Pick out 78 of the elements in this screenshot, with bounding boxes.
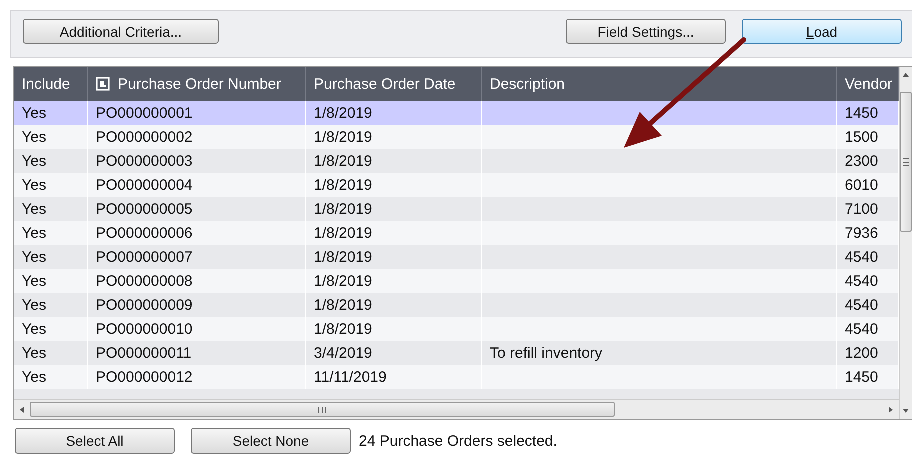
table-cell: 1/8/2019 — [314, 224, 372, 242]
table-cell: 4540 — [845, 272, 878, 290]
table-cell: PO000000011 — [96, 344, 192, 362]
table-row[interactable]: Yes PO000000004 1/8/2019 6010 — [14, 173, 899, 197]
table-row[interactable]: Yes PO000000001 1/8/2019 1450 — [14, 101, 899, 125]
table-cell: PO000000001 — [96, 104, 193, 122]
table-cell: PO000000003 — [96, 152, 193, 170]
table-cell: Yes — [22, 272, 46, 290]
select-button[interactable]: Select None — [191, 428, 351, 454]
table-cell: 7936 — [845, 224, 878, 242]
table-cell: 6010 — [845, 176, 878, 194]
table-cell: 3/4/2019 — [314, 344, 372, 362]
column-chooser-icon — [96, 77, 110, 91]
toolbar-button[interactable]: Field Settings... — [566, 19, 726, 44]
load-button[interactable]: Load — [742, 19, 902, 44]
table-cell: To refill inventory — [490, 344, 603, 362]
table-cell: PO000000004 — [96, 176, 193, 194]
toolbar-button[interactable]: Additional Criteria... — [23, 19, 219, 44]
table-cell: 1/8/2019 — [314, 152, 372, 170]
table-cell: Yes — [22, 296, 46, 314]
table-cell: Yes — [22, 200, 46, 218]
table-cell: 1/8/2019 — [314, 272, 372, 290]
table-cell: Yes — [22, 104, 46, 122]
table-cell: PO000000005 — [96, 200, 193, 218]
table-cell: 4540 — [845, 248, 878, 266]
scroll-left-icon[interactable] — [18, 406, 26, 414]
table-row[interactable]: Yes PO000000007 1/8/2019 4540 — [14, 245, 899, 269]
table-cell: 1/8/2019 — [314, 296, 372, 314]
table-cell: 2300 — [845, 152, 878, 170]
table-cell: Yes — [22, 368, 46, 386]
table-cell: 11/11/2019 — [314, 368, 387, 386]
table-cell: Yes — [22, 152, 46, 170]
table-cell: 1/8/2019 — [314, 176, 372, 194]
table-cell: 1/8/2019 — [314, 104, 372, 122]
table-row[interactable]: Yes PO000000008 1/8/2019 4540 — [14, 269, 899, 293]
grip-icon — [903, 158, 909, 166]
table-cell: 4540 — [845, 320, 878, 338]
table-cell: PO000000007 — [96, 248, 193, 266]
table-cell: Yes — [22, 248, 46, 266]
table-cell: 1/8/2019 — [314, 128, 372, 146]
status-text: 24 Purchase Orders selected. — [359, 432, 558, 450]
scroll-thumb[interactable] — [30, 402, 615, 417]
table-cell: 1450 — [845, 368, 878, 386]
table-row[interactable]: Yes PO000000012 11/11/2019 1450 — [14, 365, 899, 389]
vertical-scrollbar[interactable] — [899, 67, 912, 419]
table-cell: Yes — [22, 224, 46, 242]
table-row[interactable]: Yes PO000000010 1/8/2019 4540 — [14, 317, 899, 341]
table-cell: Yes — [22, 128, 46, 146]
table-row[interactable]: Yes PO000000009 1/8/2019 4540 — [14, 293, 899, 317]
scroll-right-icon[interactable] — [887, 406, 895, 414]
table-cell: 7100 — [845, 200, 878, 218]
table-cell: 1200 — [845, 344, 878, 362]
grip-icon — [318, 406, 327, 412]
table-row[interactable]: Yes PO000000011 3/4/2019 To refill inventory 1200 — [14, 341, 899, 365]
table-row[interactable]: Yes PO000000003 1/8/2019 2300 — [14, 149, 899, 173]
scroll-up-icon[interactable] — [902, 71, 910, 79]
table-cell: PO000000009 — [96, 296, 193, 314]
table-cell: Yes — [22, 176, 46, 194]
table-cell: Yes — [22, 320, 46, 338]
table-cell: PO000000012 — [96, 368, 193, 386]
horizontal-scrollbar[interactable] — [14, 399, 899, 419]
table-cell: 1/8/2019 — [314, 248, 372, 266]
table-cell: 4540 — [845, 296, 878, 314]
table-cell: 1450 — [845, 104, 878, 122]
table-cell: PO000000008 — [96, 272, 193, 290]
table-row[interactable]: Yes PO000000006 1/8/2019 7936 — [14, 221, 899, 245]
table-cell: 1/8/2019 — [314, 200, 372, 218]
table-cell: PO000000002 — [96, 128, 193, 146]
select-button[interactable]: Select All — [15, 428, 175, 454]
table-cell: PO000000010 — [96, 320, 193, 338]
scroll-thumb[interactable] — [900, 92, 912, 232]
table-cell: PO000000006 — [96, 224, 193, 242]
scroll-down-icon[interactable] — [902, 407, 910, 415]
table-cell: Yes — [22, 344, 46, 362]
table-row[interactable]: Yes PO000000002 1/8/2019 1500 — [14, 125, 899, 149]
table-cell: 1500 — [845, 128, 878, 146]
table-row[interactable]: Yes PO000000005 1/8/2019 7100 — [14, 197, 899, 221]
table-cell: 1/8/2019 — [314, 320, 372, 338]
